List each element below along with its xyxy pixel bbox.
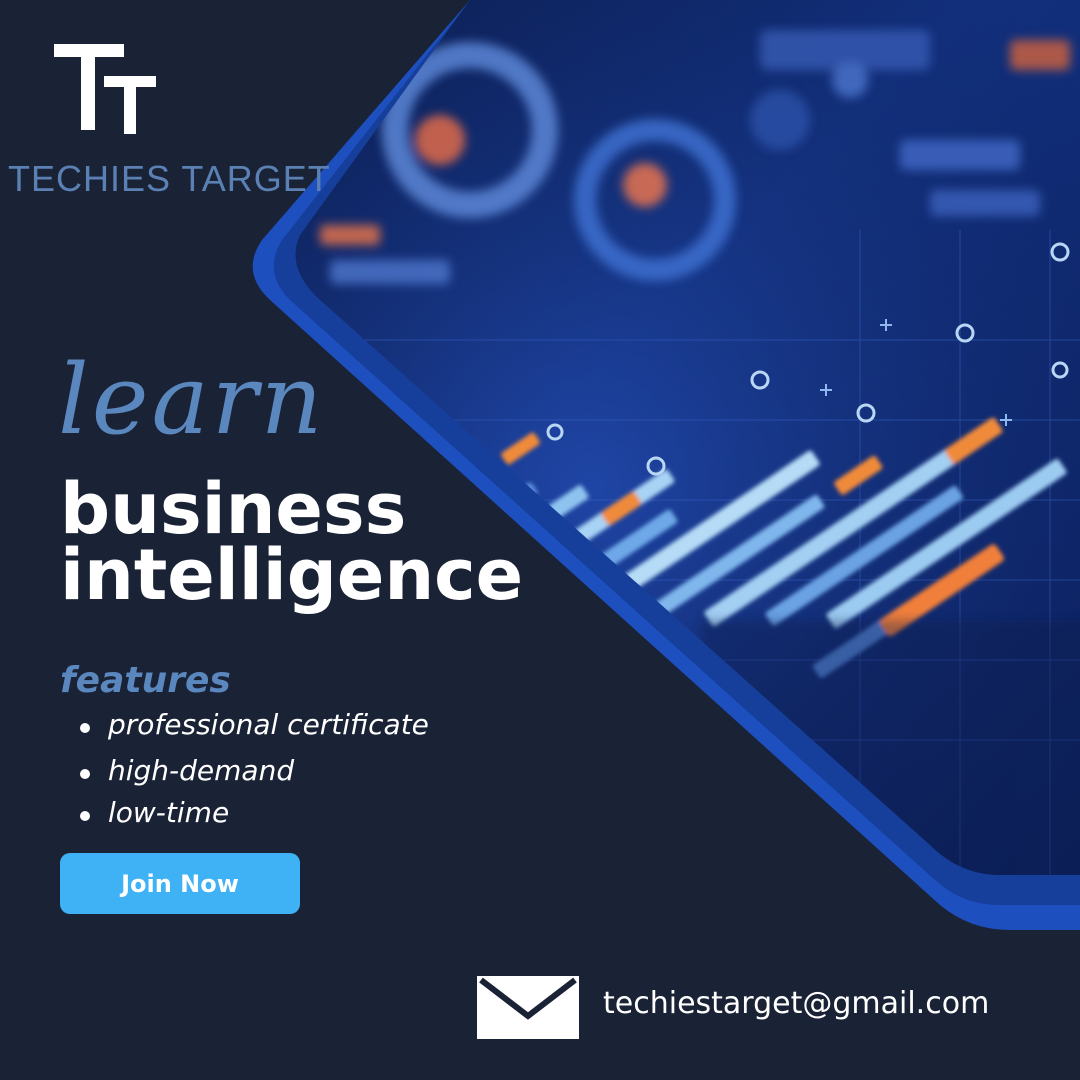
envelope-icon xyxy=(477,976,579,1039)
features-title: features xyxy=(60,660,231,701)
headline-line-1: business xyxy=(60,468,407,550)
contact-email[interactable]: techiestarget@gmail.com xyxy=(603,986,989,1021)
join-now-button[interactable]: Join Now xyxy=(60,853,300,914)
brand-name: TECHIES TARGET xyxy=(8,158,331,199)
feature-item: high-demand xyxy=(80,754,429,796)
features-list: professional certificate high-demand low… xyxy=(80,708,429,838)
headline-title: business intelligence xyxy=(60,468,524,616)
poster: TECHIES TARGET learn business intelligen… xyxy=(0,0,1080,1080)
tt-logo-icon xyxy=(54,44,156,134)
headline-line-2: intelligence xyxy=(60,534,524,616)
feature-item: low-time xyxy=(80,796,429,838)
headline-script-word: learn xyxy=(58,344,326,456)
feature-item: professional certificate xyxy=(80,708,429,754)
